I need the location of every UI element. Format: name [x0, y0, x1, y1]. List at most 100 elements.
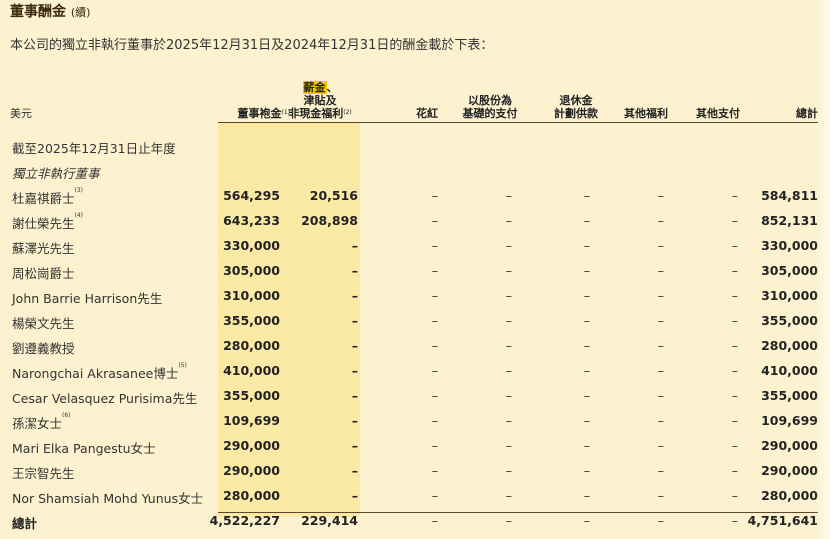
group-row: 獨立非執行董事: [0, 159, 830, 184]
cell-total: 355,000: [761, 313, 818, 328]
other-payments-header: 其他支付: [696, 107, 740, 120]
cell-bonus: –: [431, 388, 438, 403]
header-divider: [218, 122, 818, 123]
cell-other-benefits: –: [657, 388, 664, 403]
cell-other-benefits: –: [657, 338, 664, 353]
cell-bonus: –: [431, 313, 438, 328]
cell-other-payments: –: [731, 438, 738, 453]
table-row: Narongchai Akrasanee博士(5) 410,000 – – – – – – 41…: [0, 359, 830, 384]
director-name: 孫潔女士(6): [12, 412, 71, 431]
cell-other-payments: –: [731, 238, 738, 253]
cell-pension: –: [583, 488, 590, 503]
total-bonus: –: [431, 513, 438, 528]
director-name: 王宗智先生: [12, 466, 75, 481]
director-name: 謝仕榮先生(4): [12, 212, 84, 231]
cell-bonus: –: [431, 288, 438, 303]
cell-fees: 410,000: [223, 363, 280, 378]
cell-total: 109,699: [761, 413, 818, 428]
cell-fees: 564,295: [223, 188, 280, 203]
cell-pension: –: [583, 438, 590, 453]
cell-pension: –: [583, 213, 590, 228]
cell-salary: –: [351, 388, 358, 403]
cell-other-payments: –: [731, 363, 738, 378]
director-name: 楊榮文先生: [12, 316, 75, 331]
cell-other-payments: –: [731, 188, 738, 203]
table-row: 孫潔女士(6) 109,699 – – – – – – 109,699: [0, 409, 830, 434]
total-label: 總計: [12, 516, 38, 531]
cell-pension: –: [583, 463, 590, 478]
unit-header: 美元: [10, 107, 32, 120]
cell-share: –: [505, 488, 512, 503]
cell-share: –: [505, 438, 512, 453]
cell-bonus: –: [431, 438, 438, 453]
cell-share: –: [505, 213, 512, 228]
cell-pension: –: [583, 388, 590, 403]
cell-other-benefits: –: [657, 413, 664, 428]
cell-fees: 280,000: [223, 338, 280, 353]
footnote-ref: (4): [74, 212, 84, 219]
director-name: 蘇澤光先生: [12, 241, 75, 256]
cell-total: 410,000: [761, 363, 818, 378]
cell-salary: –: [351, 288, 358, 303]
cell-salary: –: [351, 263, 358, 278]
total-other-benefits: –: [657, 513, 664, 528]
table-row: 杜嘉祺爵士(3) 564,295 20,516 – – – – – 584,811: [0, 184, 830, 209]
table-row: Cesar Velasquez Purisima先生 355,000 – – – – – – 3…: [0, 384, 830, 409]
cell-salary: 208,898: [301, 213, 358, 228]
group-label: 獨立非執行董事: [12, 166, 100, 181]
cell-salary: –: [351, 338, 358, 353]
cell-other-payments: –: [731, 338, 738, 353]
cell-pension: –: [583, 238, 590, 253]
table-row: Mari Elka Pangestu女士 290,000 – – – – – – 290,000: [0, 434, 830, 459]
table-row: Nor Shamsiah Mohd Yunus女士 280,000 – – – – – – 28…: [0, 484, 830, 509]
director-name: John Barrie Harrison先生: [12, 291, 163, 306]
page-edge-shadow: [814, 0, 830, 539]
cell-total: 310,000: [761, 288, 818, 303]
cell-share: –: [505, 338, 512, 353]
cell-fees: 280,000: [223, 488, 280, 503]
table-row: 楊榮文先生 355,000 – – – – – – 355,000: [0, 309, 830, 334]
cell-bonus: –: [431, 213, 438, 228]
cell-pension: –: [583, 263, 590, 278]
cell-salary: –: [351, 413, 358, 428]
cell-total: 280,000: [761, 338, 818, 353]
page-title: 董事酬金 (續): [10, 4, 91, 20]
cell-total: 290,000: [761, 438, 818, 453]
director-name: Cesar Velasquez Purisima先生: [12, 391, 198, 406]
footnote-ref: (3): [74, 187, 84, 194]
cell-share: –: [505, 188, 512, 203]
cell-other-benefits: –: [657, 313, 664, 328]
cell-pension: –: [583, 363, 590, 378]
cell-fees: 330,000: [223, 238, 280, 253]
cell-fees: 290,000: [223, 438, 280, 453]
cell-other-payments: –: [731, 488, 738, 503]
cell-pension: –: [583, 288, 590, 303]
cell-share: –: [505, 413, 512, 428]
cell-other-benefits: –: [657, 288, 664, 303]
cell-salary: –: [351, 438, 358, 453]
cell-bonus: –: [431, 488, 438, 503]
cell-salary: 20,516: [309, 188, 358, 203]
cell-other-benefits: –: [657, 263, 664, 278]
director-name: Narongchai Akrasanee博士(5): [12, 362, 187, 381]
table-row: John Barrie Harrison先生 310,000 – – – – – – 310,0…: [0, 284, 830, 309]
cell-fees: 305,000: [223, 263, 280, 278]
cell-other-payments: –: [731, 213, 738, 228]
cell-total: 290,000: [761, 463, 818, 478]
cell-fees: 290,000: [223, 463, 280, 478]
cell-share: –: [505, 263, 512, 278]
remuneration-table: 美元 董事袍金(1) 薪金、 津貼及 非現金福利(2) 花紅 以股份為 基礎的支…: [0, 78, 830, 534]
cell-fees: 109,699: [223, 413, 280, 428]
cell-share: –: [505, 238, 512, 253]
cell-bonus: –: [431, 338, 438, 353]
salary-highlight: 薪金: [302, 81, 327, 94]
cell-other-payments: –: [731, 463, 738, 478]
table-header: 美元 董事袍金(1) 薪金、 津貼及 非現金福利(2) 花紅 以股份為 基礎的支…: [0, 78, 830, 122]
cell-other-benefits: –: [657, 238, 664, 253]
cell-share: –: [505, 363, 512, 378]
cell-pension: –: [583, 338, 590, 353]
table-row: 周松崗爵士 305,000 – – – – – – 305,000: [0, 259, 830, 284]
footnote-ref: (6): [62, 412, 71, 419]
cell-fees: 310,000: [223, 288, 280, 303]
cell-salary: –: [351, 488, 358, 503]
